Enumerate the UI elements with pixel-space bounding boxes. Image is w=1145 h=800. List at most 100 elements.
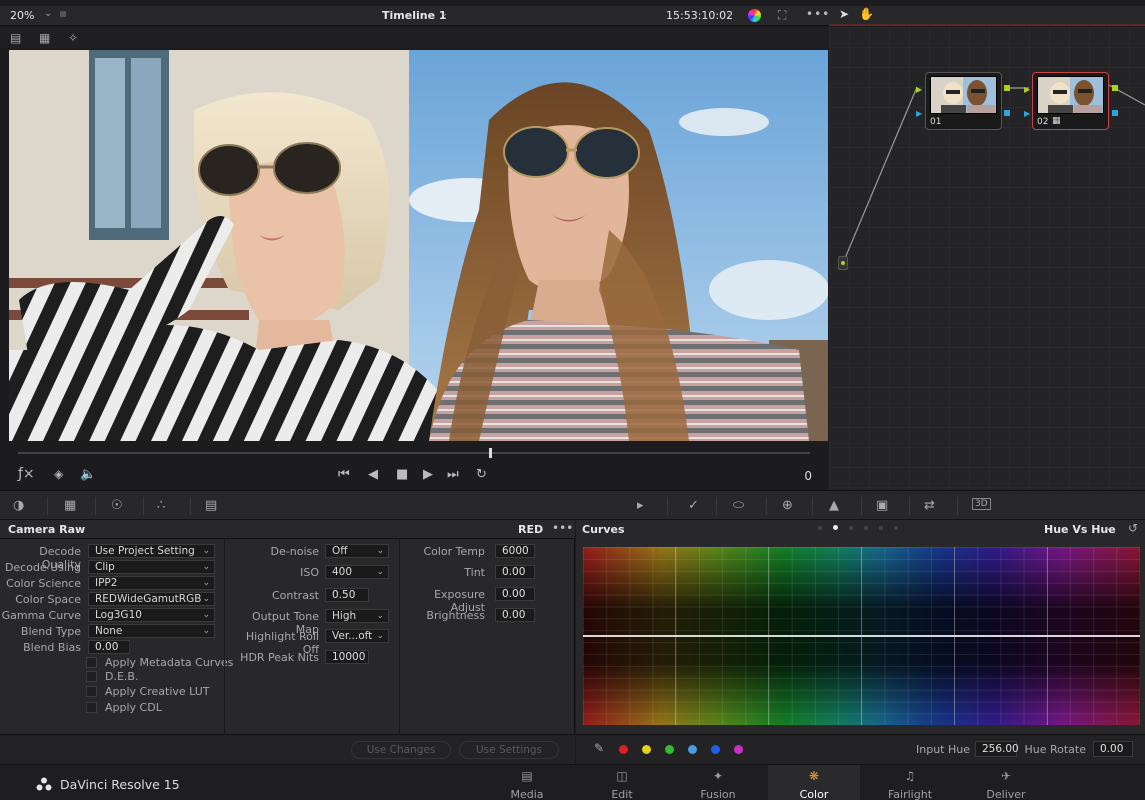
fullscreen-icon[interactable]: ⛶ bbox=[778, 8, 786, 23]
yellow-swatch[interactable] bbox=[642, 745, 651, 754]
apply-creative-lut-checkbox[interactable] bbox=[86, 686, 97, 697]
output-tone-map-dropdown[interactable]: High ⌄ bbox=[325, 609, 389, 623]
node-02[interactable]: 02 ▦ bbox=[1032, 72, 1109, 130]
red-swatch[interactable] bbox=[619, 745, 628, 754]
qualifier-icon[interactable]: ✓ bbox=[688, 498, 699, 513]
apply-cdl-checkbox[interactable] bbox=[86, 702, 97, 713]
cyan-swatch[interactable] bbox=[688, 745, 697, 754]
page-dot[interactable] bbox=[818, 526, 822, 530]
gallery-icon[interactable]: ▦ bbox=[39, 31, 50, 45]
node-input-arrow-icon[interactable]: ▶ bbox=[1024, 85, 1030, 94]
curves-icon[interactable]: ▸ bbox=[637, 498, 644, 513]
color-temp-field[interactable]: 6000 bbox=[495, 544, 535, 558]
playhead[interactable] bbox=[489, 448, 492, 458]
decode-quality-dropdown[interactable]: Use Project Setting ⌄ bbox=[88, 544, 215, 558]
color-wheel-icon[interactable] bbox=[748, 9, 761, 22]
volume-icon[interactable]: 🔈 bbox=[80, 467, 96, 482]
reset-icon[interactable]: ↺ bbox=[1128, 521, 1138, 535]
hue-rotate-field[interactable]: 0.00 bbox=[1093, 741, 1133, 757]
play-icon[interactable]: ▶ bbox=[423, 467, 433, 482]
decode-using-dropdown[interactable]: Clip ⌄ bbox=[88, 560, 215, 574]
rgb-mixer-icon[interactable]: ∴ bbox=[157, 498, 165, 513]
node-01[interactable]: 01 bbox=[925, 72, 1002, 130]
go-to-start-icon[interactable]: ⏮ bbox=[338, 467, 350, 482]
page-tab-fairlight[interactable]: ♫ Fairlight bbox=[864, 765, 956, 800]
go-to-end-icon[interactable]: ⏭ bbox=[447, 467, 459, 482]
page-tab-media[interactable]: ▤ Media bbox=[481, 765, 573, 800]
tracker-icon[interactable]: ⊕ bbox=[782, 498, 793, 513]
denoise-dropdown[interactable]: Off ⌄ bbox=[325, 544, 389, 558]
magenta-swatch[interactable] bbox=[734, 745, 743, 754]
iso-dropdown[interactable]: 400 ⌄ bbox=[325, 565, 389, 579]
chevron-down-icon[interactable]: ⌄ bbox=[44, 8, 52, 19]
input-hue-field[interactable]: 256.00 bbox=[975, 741, 1019, 757]
single-viewer-icon[interactable]: ▤ bbox=[10, 31, 21, 45]
timeline-name[interactable]: Timeline 1 bbox=[382, 9, 447, 22]
page-dot[interactable] bbox=[864, 526, 868, 530]
hdr-peak-nits-label: HDR Peak Nits bbox=[240, 651, 319, 664]
blend-type-dropdown[interactable]: None ⌄ bbox=[88, 624, 215, 638]
page-tab-deliver[interactable]: ✈ Deliver bbox=[960, 765, 1052, 800]
node-output-port[interactable] bbox=[1112, 110, 1118, 116]
contrast-field[interactable]: 0.50 bbox=[325, 588, 369, 602]
loop-icon[interactable]: ↻ bbox=[476, 467, 487, 482]
zoom-level[interactable]: 20% bbox=[10, 9, 34, 22]
blue-swatch[interactable] bbox=[711, 745, 720, 754]
node-output-port[interactable] bbox=[1112, 85, 1118, 91]
stop-icon[interactable]: ■ bbox=[396, 467, 408, 482]
node-input-arrow-icon[interactable]: ▶ bbox=[916, 85, 922, 94]
color-match-icon[interactable]: ▦ bbox=[64, 498, 76, 513]
hand-icon[interactable]: ✋ bbox=[859, 7, 874, 21]
camera-raw-icon[interactable]: ◑ bbox=[13, 498, 24, 513]
page-dot[interactable] bbox=[849, 526, 853, 530]
page-tab-color[interactable]: ❋ Color bbox=[768, 765, 860, 800]
magic-wand-icon[interactable]: ✧ bbox=[68, 31, 78, 45]
apply-metadata-curves-checkbox[interactable] bbox=[86, 657, 97, 668]
blend-bias-field[interactable]: 0.00 bbox=[88, 640, 130, 654]
step-back-icon[interactable]: ◀ bbox=[368, 467, 378, 482]
page-dot[interactable] bbox=[879, 526, 883, 530]
use-settings-button[interactable]: Use Settings bbox=[459, 741, 559, 759]
node-input-arrow-icon[interactable]: ▶ bbox=[1024, 109, 1030, 118]
more-options-icon[interactable]: ••• bbox=[806, 7, 830, 21]
page-tab-edit[interactable]: ◫ Edit bbox=[576, 765, 668, 800]
gamma-curve-dropdown[interactable]: Log3G10 ⌄ bbox=[88, 608, 215, 622]
hdr-peak-nits-field[interactable]: 10000 bbox=[325, 650, 369, 664]
sizing-icon[interactable]: ⇄ bbox=[924, 498, 935, 513]
node-input-arrow-icon[interactable]: ▶ bbox=[916, 109, 922, 118]
window-icon[interactable]: ⬭ bbox=[733, 498, 744, 513]
fx-icon[interactable]: ƒ× bbox=[18, 466, 35, 482]
node-output-port[interactable] bbox=[1004, 110, 1010, 116]
layers-icon[interactable]: ◈ bbox=[54, 467, 63, 481]
page-dot[interactable] bbox=[894, 526, 898, 530]
3d-icon[interactable]: 3D bbox=[972, 498, 991, 510]
deb-checkbox[interactable] bbox=[86, 671, 97, 682]
blur-icon[interactable]: ▲ bbox=[829, 498, 839, 513]
more-options-icon[interactable]: ••• bbox=[552, 521, 573, 535]
viewer-mode-icon[interactable] bbox=[60, 11, 66, 17]
tint-field[interactable]: 0.00 bbox=[495, 565, 535, 579]
page-dot-active[interactable] bbox=[833, 525, 838, 530]
page-tab-fusion[interactable]: ✦ Fusion bbox=[672, 765, 764, 800]
hue-vs-hue-graph[interactable] bbox=[583, 547, 1140, 725]
viewer-image[interactable] bbox=[9, 50, 828, 441]
chevron-down-icon[interactable]: ⌄ bbox=[726, 8, 734, 19]
key-icon[interactable]: ▣ bbox=[876, 498, 888, 513]
curve-line[interactable] bbox=[583, 635, 1140, 637]
color-space-dropdown[interactable]: REDWideGamutRGB ⌄ bbox=[88, 592, 215, 606]
use-changes-button[interactable]: Use Changes bbox=[351, 741, 451, 759]
brightness-field[interactable]: 0.00 bbox=[495, 608, 535, 622]
motion-effects-icon[interactable]: ▤ bbox=[205, 498, 217, 513]
pointer-icon[interactable]: ➤ bbox=[839, 7, 849, 21]
scrub-bar[interactable] bbox=[18, 452, 810, 454]
color-wheels-icon[interactable]: ☉ bbox=[111, 498, 123, 513]
color-science-dropdown[interactable]: IPP2 ⌄ bbox=[88, 576, 215, 590]
eyedropper-icon[interactable]: ✎ bbox=[594, 741, 604, 755]
exposure-adjust-field[interactable]: 0.00 bbox=[495, 587, 535, 601]
source-input[interactable] bbox=[838, 256, 848, 270]
chevron-down-icon[interactable]: ⌄ bbox=[1104, 522, 1112, 533]
green-swatch[interactable] bbox=[665, 745, 674, 754]
chevron-down-icon[interactable]: ⌄ bbox=[440, 8, 448, 19]
node-output-port[interactable] bbox=[1004, 85, 1010, 91]
highlight-roll-off-dropdown[interactable]: Ver...oft ⌄ bbox=[325, 629, 389, 643]
